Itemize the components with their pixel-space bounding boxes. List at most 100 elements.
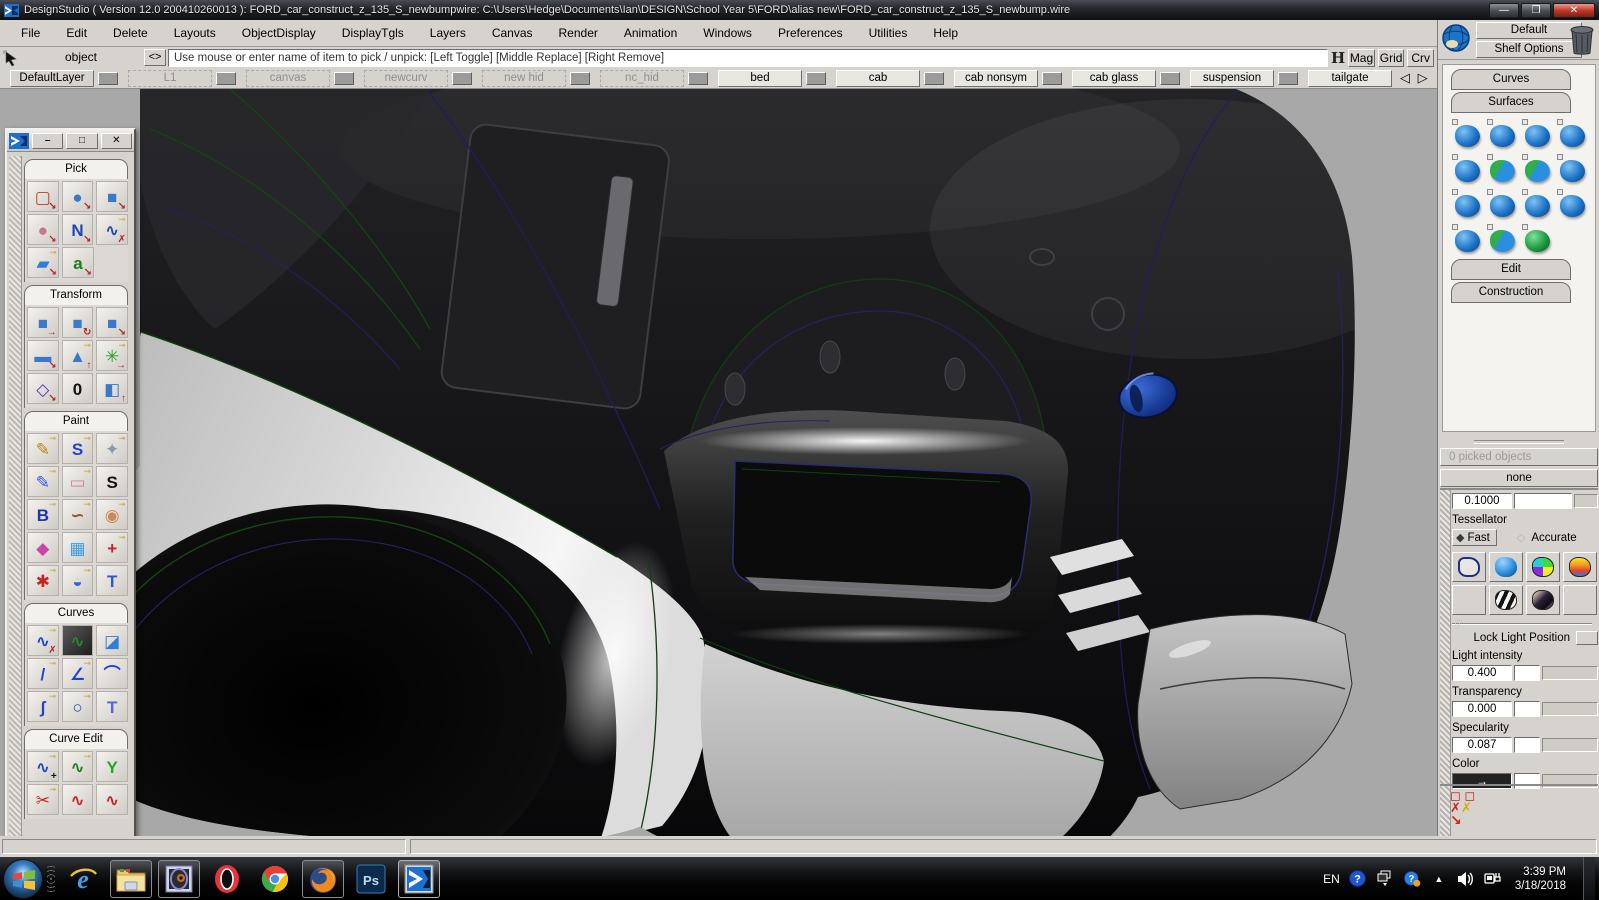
slider-track[interactable] [1542, 666, 1598, 680]
palette-scrollbar[interactable] [9, 156, 22, 851]
tessellator-fast-radio[interactable]: ◆ Fast [1452, 529, 1497, 546]
curves-circle-icon[interactable]: ○ → [61, 690, 94, 722]
taskbar-chrome[interactable] [254, 860, 296, 898]
curves-text-icon[interactable]: T [96, 691, 129, 722]
layer-new-hid[interactable]: new hid [482, 69, 590, 87]
action-center-icon[interactable]: ? [1403, 870, 1421, 888]
curve-edit-duplicate-icon[interactable]: ∿ → [61, 750, 94, 782]
taskbar-explorer[interactable] [110, 859, 152, 898]
clock[interactable]: 3:39 PM 3/18/2018 [1515, 865, 1566, 893]
layer-nc_hid[interactable]: nc_hid [600, 69, 708, 87]
option-box[interactable] [1452, 154, 1458, 160]
transform-nonp-scale-icon[interactable]: ▬ ↘ [27, 340, 59, 371]
layer-canvas[interactable]: canvas [246, 69, 354, 87]
slider-track[interactable] [1542, 702, 1598, 716]
layer-label[interactable]: tailgate [1308, 69, 1392, 87]
paint-marker-icon[interactable]: S → [61, 432, 94, 464]
option-box[interactable] [1487, 154, 1493, 160]
crv-button[interactable]: Crv [1407, 48, 1435, 67]
transform-snap-icon[interactable]: ✳ → → [96, 339, 129, 371]
paint-shape-icon[interactable]: S [96, 466, 129, 497]
start-button[interactable] [3, 858, 43, 899]
palette-minimize-button[interactable]: – [32, 132, 64, 149]
option-box[interactable] [1452, 224, 1458, 230]
option-box[interactable] [1557, 154, 1563, 160]
curves-line-icon[interactable]: / → [27, 657, 59, 689]
option-box[interactable] [1487, 224, 1493, 230]
option-box[interactable] [1487, 189, 1493, 195]
volume-icon[interactable] [1457, 870, 1475, 888]
layer-color-swatch[interactable] [1160, 71, 1180, 85]
paint-flood-fill-icon[interactable]: ◆ [27, 532, 59, 563]
curves-blend-icon[interactable]: ʃ → [27, 690, 59, 722]
layer-color-swatch[interactable] [216, 71, 236, 85]
taskbar-image-viewer[interactable] [158, 859, 200, 898]
paint-text-icon[interactable]: T [96, 565, 129, 596]
shader-value-track[interactable] [1574, 494, 1598, 508]
pick-point-types-icon[interactable]: ● ↘ [27, 214, 59, 245]
curves-arc-icon[interactable]: ⌒ [96, 658, 129, 689]
layer-color-swatch[interactable] [98, 71, 118, 85]
surface-round-icon[interactable] [1451, 188, 1484, 221]
transform-move-icon[interactable]: ■ → [27, 307, 59, 338]
grid-button[interactable]: Grid [1377, 48, 1405, 67]
surface-box-icon[interactable] [1486, 153, 1519, 186]
curves-on-surface-icon[interactable]: ∿ [61, 625, 94, 656]
shelf-tab-edit[interactable]: Edit [1451, 259, 1571, 280]
palette-tab-curves[interactable]: Curves [24, 603, 128, 623]
layer-color-swatch[interactable] [688, 71, 708, 85]
display-evaluate-icon[interactable] [1563, 552, 1597, 582]
display-environment-icon[interactable] [1526, 585, 1560, 615]
menu-windows[interactable]: Windows [690, 22, 765, 44]
display-empty-1-icon[interactable] [1452, 585, 1486, 615]
surface-loft-icon[interactable] [1451, 153, 1484, 186]
transform-scale-icon[interactable]: ■ ↘ [96, 307, 129, 338]
surface-sections-icon[interactable] [1486, 223, 1519, 256]
slider-handle[interactable] [1514, 701, 1540, 717]
menu-utilities[interactable]: Utilities [856, 22, 921, 44]
layer-label[interactable]: DefaultLayer [10, 69, 94, 87]
option-box[interactable] [1522, 224, 1528, 230]
taskbar-designstudio[interactable] [398, 859, 440, 898]
layer-cab-nonsym[interactable]: cab nonsym [954, 69, 1062, 87]
pick-mode-label[interactable]: object [22, 49, 140, 66]
surface-skin-icon[interactable] [1486, 118, 1519, 151]
slider-handle[interactable] [1514, 737, 1540, 753]
paint-magic-wand-icon[interactable]: ✱ → [27, 564, 59, 596]
pick-edit-point-icon[interactable]: N ↘ [61, 214, 94, 245]
transform-set-pivot-icon[interactable]: ◇ ↘ [27, 373, 59, 404]
slider-handle[interactable] [1514, 665, 1540, 681]
menu-layers[interactable]: Layers [417, 22, 479, 44]
layer-suspension[interactable]: suspension [1190, 69, 1298, 87]
prompt-history-toggle[interactable]: <> [144, 49, 166, 66]
prompt-line[interactable]: Use mouse or enter name of item to pick … [168, 48, 1328, 67]
paint-eraser-icon[interactable]: ▭ → [61, 465, 94, 497]
surface-tube-icon[interactable] [1556, 118, 1589, 151]
slider-value-field[interactable]: 0.400 [1452, 665, 1512, 681]
layer-label[interactable]: cab glass [1072, 69, 1156, 87]
paint-clone-icon[interactable]: ◉ → [96, 498, 129, 530]
palette-title-bar[interactable]: – □ ✕ [7, 130, 134, 152]
layer-label[interactable]: cab nonsym [954, 69, 1038, 87]
curves-sketch-icon[interactable]: ∿ ✗ → [27, 624, 59, 656]
layer-label[interactable]: L1 [128, 69, 212, 87]
pick-template-icon[interactable]: ■ ↘ [96, 181, 129, 212]
curve-edit-add-points-icon[interactable]: ∿ + → [27, 750, 59, 782]
curves-project-icon[interactable]: ◪ [96, 625, 129, 656]
surface-patch-icon[interactable] [1521, 188, 1554, 221]
show-desktop-button[interactable] [1583, 857, 1595, 900]
option-box[interactable] [1522, 154, 1528, 160]
transform-rotate-icon[interactable]: ■ ↻ [61, 307, 94, 338]
layer-label[interactable]: suspension [1190, 69, 1274, 87]
surface-rounded-cube-icon[interactable] [1521, 223, 1554, 256]
slider-track[interactable] [1542, 738, 1598, 752]
layer-scroll-arrows[interactable]: ◁ ▷ [1400, 70, 1430, 86]
option-box[interactable] [1522, 119, 1528, 125]
pick-object-icon[interactable]: ▢ ↘ [27, 181, 59, 212]
menu-canvas[interactable]: Canvas [479, 22, 546, 44]
layer-label[interactable]: canvas [246, 69, 330, 87]
curves-polyline-icon[interactable]: ∠ → [61, 657, 94, 689]
menu-edit[interactable]: Edit [53, 22, 100, 44]
menu-preferences[interactable]: Preferences [765, 22, 856, 44]
pick-surface-icon[interactable]: ▰ ↘ → [27, 246, 59, 278]
